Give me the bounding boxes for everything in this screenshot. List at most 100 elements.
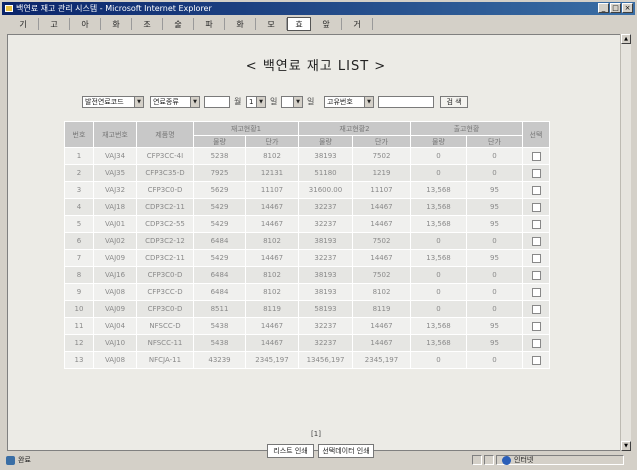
- close-icon[interactable]: ×: [622, 3, 633, 13]
- table-cell: 32237: [298, 334, 353, 352]
- row-checkbox[interactable]: [531, 270, 541, 280]
- table-cell: 0: [466, 300, 523, 318]
- scroll-down-icon[interactable]: ▼: [621, 441, 631, 451]
- table-cell: 2: [64, 164, 94, 182]
- toolbar-button-6[interactable]: 술: [163, 18, 194, 30]
- row-checkbox[interactable]: [531, 185, 541, 195]
- row-checkbox[interactable]: [531, 202, 541, 212]
- toolbar-button-9[interactable]: 모: [256, 18, 287, 30]
- vertical-scrollbar[interactable]: ▲ ▼: [620, 34, 631, 451]
- maximize-icon[interactable]: □: [610, 3, 621, 13]
- search-field-select[interactable]: 고유번호 ▼: [324, 96, 374, 108]
- table-cell: 5: [64, 215, 94, 233]
- row-checkbox[interactable]: [531, 304, 541, 314]
- toolbar-button-4[interactable]: 화: [101, 18, 132, 30]
- year-input[interactable]: [204, 96, 230, 108]
- row-checkbox[interactable]: [531, 321, 541, 331]
- row-select-cell: [522, 232, 550, 250]
- status-text: 완료: [18, 456, 31, 464]
- table-cell: 2345,197: [352, 351, 411, 369]
- table-cell: 95: [466, 249, 523, 267]
- minimize-icon[interactable]: _: [598, 3, 609, 13]
- toolbar-button-3[interactable]: 아: [70, 18, 101, 30]
- toolbar-button-12[interactable]: 거: [342, 18, 373, 30]
- table-cell: 4: [64, 198, 94, 216]
- toolbar-button-2[interactable]: 고: [39, 18, 70, 30]
- table-cell: 5438: [193, 334, 246, 352]
- table-cell: 5629: [193, 181, 246, 199]
- toolbar-button-8[interactable]: 화: [225, 18, 256, 30]
- page-content: < 백연료 재고 LIST > 발전연료코드 ▼ 연료종류 ▼ 월 1 ▼ 일 ▼ 일…: [7, 34, 625, 458]
- plant-select-value: 발전연료코드: [85, 98, 124, 106]
- row-checkbox[interactable]: [531, 151, 541, 161]
- table-cell: 0: [410, 147, 467, 165]
- row-select-cell: [522, 147, 550, 165]
- toolbar-button-1[interactable]: 기: [8, 18, 39, 30]
- table-row: 1 VAJ34 CFP3CC-4I 5238 8102 38193 7502 0 0: [64, 147, 550, 165]
- table-cell: VAJ35: [93, 164, 137, 182]
- row-checkbox[interactable]: [531, 253, 541, 263]
- table-cell: 32237: [298, 317, 353, 335]
- col-group-release: 출고현황: [410, 121, 523, 136]
- row-select-cell: [522, 300, 550, 318]
- plant-select[interactable]: 발전연료코드 ▼: [82, 96, 144, 108]
- col-header-no: 번호: [64, 121, 94, 148]
- table-cell: VAJ08: [93, 351, 137, 369]
- pagination[interactable]: [1]: [8, 430, 624, 438]
- row-checkbox[interactable]: [531, 168, 541, 178]
- table-cell: 14467: [352, 334, 411, 352]
- table-cell: 38193: [298, 147, 353, 165]
- table-row: 13 VAJ08 NFCJA-11 43239 2345,197 13456,197 234…: [64, 351, 550, 369]
- table-cell: VAJ01: [93, 215, 137, 233]
- row-checkbox[interactable]: [531, 338, 541, 348]
- table-cell: 8102: [245, 232, 299, 250]
- search-input[interactable]: [378, 96, 434, 108]
- table-cell: NFCJA-11: [136, 351, 194, 369]
- table-cell: 0: [466, 232, 523, 250]
- table-cell: 58193: [298, 300, 353, 318]
- row-checkbox[interactable]: [531, 236, 541, 246]
- table-cell: 8: [64, 266, 94, 284]
- table-cell: VAJ02: [93, 232, 137, 250]
- table-cell: 1219: [352, 164, 411, 182]
- toolbar-button-10[interactable]: 효: [287, 17, 311, 31]
- table-cell: CDP3C2-11: [136, 249, 194, 267]
- table-cell: 0: [466, 147, 523, 165]
- search-button[interactable]: 검 색: [440, 96, 468, 108]
- row-checkbox[interactable]: [531, 219, 541, 229]
- table-cell: 8119: [245, 300, 299, 318]
- row-checkbox[interactable]: [531, 287, 541, 297]
- table-cell: 12: [64, 334, 94, 352]
- row-select-cell: [522, 266, 550, 284]
- chevron-down-icon: ▼: [256, 97, 265, 107]
- table-row: 9 VAJ08 CFP3CC-D 6484 8102 38193 8102 0 0: [64, 283, 550, 301]
- globe-icon: [502, 455, 511, 465]
- row-select-cell: [522, 215, 550, 233]
- table-cell: 6484: [193, 266, 246, 284]
- table-cell: 5438: [193, 317, 246, 335]
- table-cell: 8102: [245, 266, 299, 284]
- table-cell: 95: [466, 181, 523, 199]
- table-cell: 38193: [298, 232, 353, 250]
- table-cell: 14467: [245, 317, 299, 335]
- row-select-cell: [522, 317, 550, 335]
- col-header-qty: 물량: [298, 135, 353, 148]
- row-checkbox[interactable]: [531, 355, 541, 365]
- table-cell: 6484: [193, 232, 246, 250]
- day-select[interactable]: ▼: [281, 96, 303, 108]
- table-cell: CFP3CC-D: [136, 283, 194, 301]
- toolbar-button-5[interactable]: 조: [132, 18, 163, 30]
- table-cell: 8119: [352, 300, 411, 318]
- table-cell: 95: [466, 215, 523, 233]
- toolbar-button-7[interactable]: 파: [194, 18, 225, 30]
- fuel-type-select[interactable]: 연료종류 ▼: [150, 96, 200, 108]
- table-cell: 14467: [245, 334, 299, 352]
- table-row: 2 VAJ35 CFP3C35-D 7925 12131 51180 1219 0 0: [64, 164, 550, 182]
- table-row: 6 VAJ02 CDP3C2-12 6484 8102 38193 7502 0 0: [64, 232, 550, 250]
- table-cell: 8102: [245, 283, 299, 301]
- table-cell: 0: [410, 266, 467, 284]
- scroll-up-icon[interactable]: ▲: [621, 34, 631, 44]
- table-cell: 14467: [352, 249, 411, 267]
- toolbar-button-11[interactable]: 앞: [311, 18, 342, 30]
- month-select[interactable]: 1 ▼: [246, 96, 266, 108]
